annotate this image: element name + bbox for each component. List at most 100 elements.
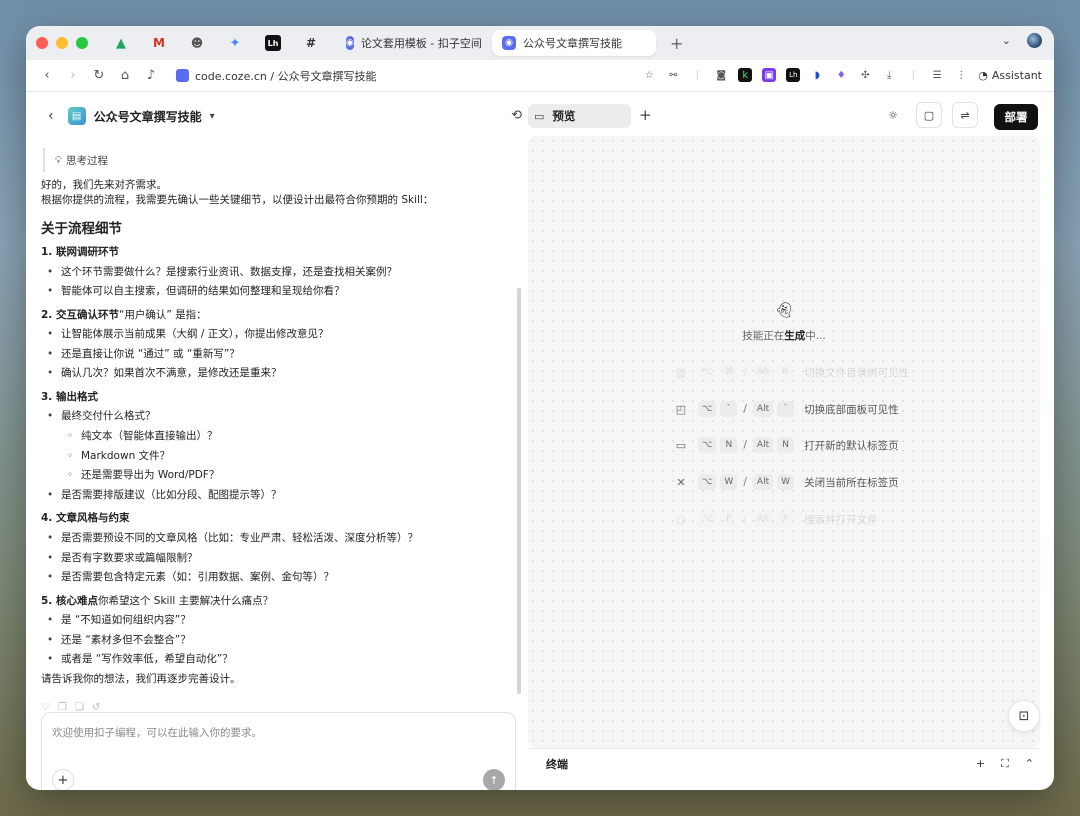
tab-preview[interactable]: ▭ 预览 bbox=[528, 104, 631, 128]
extension-bar: ☆ ⚯ | ◙ k ▣ Lh ◗ ♦ ✣ ⤓ | ☰ ⋮ ◔ Assistant bbox=[642, 68, 1042, 82]
ai-assistant-button[interactable]: ⊡ bbox=[1008, 700, 1040, 732]
lightbulb-icon: 💡︎ bbox=[55, 154, 62, 166]
list-item: 智能体可以自主搜索，但调研的结果如何整理和呈现给你看？ bbox=[41, 282, 516, 302]
download-icon[interactable]: ⤓ bbox=[882, 68, 896, 82]
section-title: 1. 联网调研环节 bbox=[41, 246, 119, 258]
skill-logo-icon: ▤ bbox=[67, 107, 86, 125]
fullscreen-icon[interactable]: ⛶ bbox=[1001, 757, 1009, 771]
puzzle-icon[interactable]: ✣ bbox=[858, 68, 872, 82]
chat-bot-icon: ⊡ bbox=[1018, 708, 1030, 724]
coze-favicon-icon: ◉ bbox=[346, 36, 354, 50]
extension-purple-icon[interactable]: ▣ bbox=[762, 68, 777, 82]
settings-sliders-icon[interactable]: ⇌ bbox=[952, 102, 978, 128]
chevron-down-icon[interactable]: ▾ bbox=[210, 111, 215, 122]
tab-label: 公众号文章撰写技能 bbox=[523, 37, 622, 50]
chat-header: ‹ ▤ 公众号文章撰写技能 ▾ ⟲ bbox=[26, 92, 524, 140]
reload-icon[interactable]: ↻ bbox=[86, 68, 112, 83]
forward-icon[interactable]: › bbox=[60, 68, 86, 83]
chat-message: 💡︎ 思考过程 好的，我们先来对齐需求。 根据你提供的流程，我需要先确认一些关键… bbox=[41, 148, 516, 688]
theme-sun-icon[interactable]: ☼ bbox=[880, 102, 906, 128]
folder-icon[interactable]: ▢ bbox=[916, 102, 942, 128]
list-item: 是否需要预设不同的文章风格（比如：专业严肃、轻松活泼、深度分析等）？ bbox=[41, 529, 516, 549]
skill-title[interactable]: 公众号文章撰写技能 bbox=[94, 108, 202, 125]
assistant-icon: ◔ bbox=[978, 68, 988, 82]
lark-icon[interactable]: Lh bbox=[265, 35, 281, 51]
extension-wave-icon[interactable]: ◗ bbox=[810, 68, 824, 82]
list-item: 是 “不知道如何组织内容”？ bbox=[41, 611, 516, 631]
generating-status: 技能正在生成中... bbox=[742, 330, 826, 342]
lark-icon[interactable]: Lh bbox=[786, 68, 801, 82]
camera-icon[interactable]: ◙ bbox=[714, 68, 728, 82]
section-title: 2. 交互确认环节“用户确认” 是指： bbox=[41, 308, 207, 321]
closing-text: 请告诉我你的想法，我们再逐步完善设计。 bbox=[41, 673, 241, 685]
microphone-icon[interactable]: ♪ bbox=[138, 68, 164, 83]
tab-thesis-template[interactable]: ◉ 论文套用模板 - 扣子空间 bbox=[336, 30, 486, 56]
slack-icon[interactable]: # bbox=[303, 35, 319, 51]
composer-input[interactable]: 欢迎使用扣子编程，可以在此输入你的要求。 bbox=[52, 725, 262, 740]
gmail-icon[interactable]: M bbox=[151, 35, 167, 51]
coze-favicon-icon bbox=[176, 69, 189, 82]
extension-k-icon[interactable]: k bbox=[738, 68, 753, 82]
address-bar: ‹ › ↻ ⌂ ♪ code.coze.cn / 公众号文章撰写技能 ☆ ⚯ |… bbox=[26, 60, 1054, 92]
chevron-up-icon[interactable]: ⌃ bbox=[1025, 757, 1034, 771]
assistant-button[interactable]: ◔ Assistant bbox=[978, 69, 1042, 82]
link-icon[interactable]: ⚯ bbox=[666, 68, 680, 82]
section-title: 3. 输出格式 bbox=[41, 390, 98, 403]
url-field[interactable]: code.coze.cn / 公众号文章撰写技能 bbox=[176, 68, 377, 84]
shortcut-row: ○ ⌥ P / Alt P 搜索并打开文件 bbox=[674, 511, 878, 527]
chat-scrollbar[interactable] bbox=[517, 288, 521, 694]
home-icon[interactable]: ⌂ bbox=[112, 68, 138, 83]
terminal-bar: 终端 + ⛶ ⌃ bbox=[528, 748, 1040, 778]
add-terminal-icon[interactable]: + bbox=[976, 757, 985, 771]
message-heading: 关于流程细节 bbox=[41, 221, 122, 237]
coze-favicon-icon: ◉ bbox=[502, 36, 516, 50]
list-item: 是否需要排版建议（比如分段、配图提示等）？ bbox=[41, 486, 516, 506]
add-panel-tab-button[interactable]: + bbox=[639, 106, 652, 124]
deploy-button[interactable]: 部署 bbox=[994, 104, 1038, 130]
chat-panel: ‹ ▤ 公众号文章撰写技能 ▾ ⟲ 💡︎ 思考过程 好的，我们先来对齐需求。 根… bbox=[26, 92, 524, 790]
panel-icon: ◰ bbox=[675, 402, 687, 416]
bookmark-star-icon[interactable]: ☆ bbox=[642, 68, 656, 82]
browser-tab-icon: ▭ bbox=[534, 109, 545, 123]
tab-strip: ▲ M ☻ ✦ Lh # ◉ 论文套用模板 - 扣子空间 ◉ 公众号文章撰写技能… bbox=[26, 26, 1054, 60]
gemini-icon[interactable]: ✦ bbox=[227, 35, 243, 51]
menu-lines-icon[interactable]: ☰ bbox=[930, 68, 944, 82]
window-controls bbox=[36, 37, 88, 49]
list-item: 或者是 “写作效率低，希望自动化”？ bbox=[41, 650, 516, 670]
intro-text: 好的，我们先来对齐需求。 根据你提供的流程，我需要先确认一些关键细节，以便设计出… bbox=[41, 179, 434, 206]
shortcut-row: ▭ ⌥ N / Alt N 打开新的默认标签页 bbox=[675, 437, 899, 453]
maximize-window-button[interactable] bbox=[76, 37, 88, 49]
thinking-toggle[interactable]: 💡︎ 思考过程 bbox=[43, 148, 516, 172]
list-item: 确认几次？如果首次不满意，是修改还是重来？ bbox=[41, 364, 516, 384]
google-drive-icon[interactable]: ▲ bbox=[113, 35, 129, 51]
sub-list-item: Markdown 文件？ bbox=[41, 447, 516, 467]
chevron-down-icon[interactable]: ⌄ bbox=[1002, 34, 1011, 47]
list-item: 最终交付什么格式？ bbox=[41, 407, 516, 427]
shortcut-row: ▥ ⌥ ⌘ / Alt B 切换文件目录树可见性 bbox=[675, 364, 910, 380]
history-icon[interactable]: ⟲ bbox=[511, 108, 522, 123]
sidebar-icon: ▥ bbox=[675, 365, 687, 379]
close-window-button[interactable] bbox=[36, 37, 48, 49]
new-tab-button[interactable]: + bbox=[670, 34, 683, 53]
back-icon[interactable]: ‹ bbox=[34, 68, 60, 83]
terminal-tab[interactable]: 终端 bbox=[546, 756, 568, 772]
tab-skill[interactable]: ◉ 公众号文章撰写技能 bbox=[492, 30, 656, 56]
minimize-window-button[interactable] bbox=[56, 37, 68, 49]
add-attachment-button[interactable]: + bbox=[52, 769, 74, 790]
sub-list-item: 还是需要导出为 Word/PDF？ bbox=[41, 466, 516, 486]
browser-tab-icon: ▭ bbox=[675, 438, 687, 452]
audio-wave-icon[interactable]: ⋮ bbox=[954, 68, 968, 82]
extension-flame-icon[interactable]: ♦ bbox=[834, 68, 848, 82]
search-icon: ○ bbox=[676, 512, 686, 526]
send-button[interactable]: ↑ bbox=[483, 769, 505, 790]
shortcut-row: ◰ ⌥ ` / Alt ` 切换底部面板可见性 bbox=[675, 401, 899, 417]
chat-composer[interactable]: 欢迎使用扣子编程，可以在此输入你的要求。 + ↑ bbox=[41, 712, 516, 790]
profile-avatar[interactable] bbox=[1027, 33, 1042, 48]
sub-list-item: 纯文本（智能体直接输出）？ bbox=[41, 427, 516, 447]
back-arrow-icon[interactable]: ‹ bbox=[48, 108, 54, 124]
tab-label: 论文套用模板 - 扣子空间 bbox=[360, 37, 482, 50]
mascot-icon[interactable]: ☻ bbox=[189, 35, 205, 51]
list-item: 还是直接让你说 “通过” 或 “重新写”？ bbox=[41, 345, 516, 365]
preview-toolbar: ☼ ▢ ⇌ bbox=[880, 102, 978, 128]
list-item: 还是 “素材多但不会整合”？ bbox=[41, 631, 516, 651]
